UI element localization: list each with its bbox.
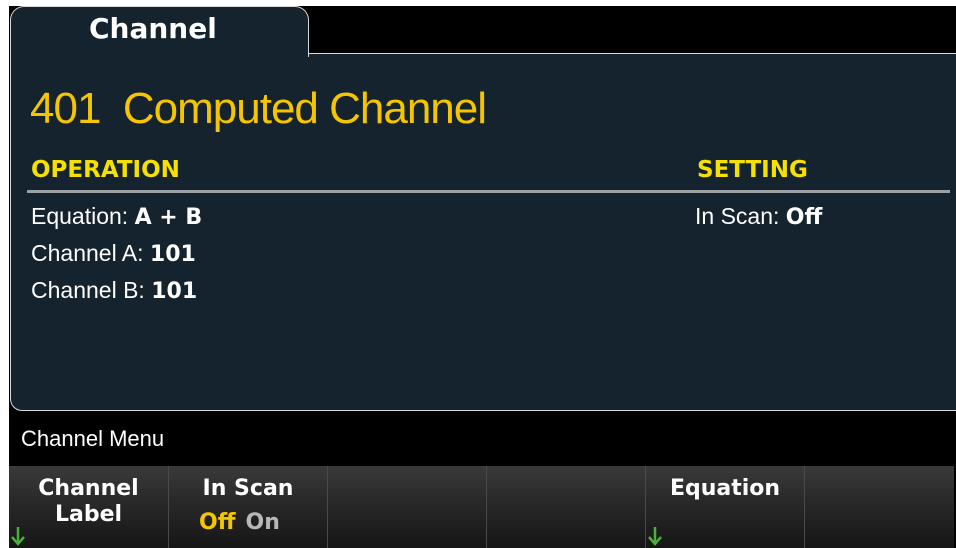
channel-a-label: Channel A:	[31, 240, 144, 266]
operation-heading: OPERATION	[31, 157, 180, 183]
softkey-4-blank[interactable]	[486, 466, 645, 548]
channel-label-softkey-label: Channel Label	[38, 476, 139, 527]
channel-b-value: 101	[151, 279, 198, 304]
section-divider	[27, 190, 950, 193]
softkey-3-blank[interactable]	[327, 466, 486, 548]
in-scan-option-off: Off	[199, 510, 236, 535]
in-scan-setting-value: Off	[785, 205, 823, 230]
softkey-6-blank[interactable]	[804, 466, 954, 548]
down-arrow-icon	[648, 527, 662, 546]
channel-b-label: Channel B:	[31, 277, 145, 303]
down-arrow-icon	[11, 527, 25, 546]
channel-b-row: Channel B: 101	[31, 277, 197, 304]
channel-name: Computed Channel	[122, 84, 487, 133]
menu-title: Channel Menu	[21, 426, 165, 451]
channel-a-row: Channel A: 101	[31, 240, 196, 267]
softkey-bar: Channel Label In Scan Off On Equation	[9, 466, 956, 548]
equation-softkey[interactable]: Equation	[645, 466, 804, 548]
channel-a-value: 101	[149, 242, 196, 267]
channel-title: 401 Computed Channel	[30, 84, 487, 134]
equation-value: A + B	[134, 205, 203, 230]
equation-label: Equation:	[31, 203, 129, 229]
tab-channel[interactable]: Channel	[10, 6, 309, 57]
channel-number: 401	[30, 84, 101, 133]
tab-channel-label: Channel	[89, 12, 217, 45]
in-scan-toggle: Off On	[199, 510, 280, 535]
setting-heading: SETTING	[697, 157, 808, 183]
channel-label-softkey[interactable]: Channel Label	[9, 466, 168, 548]
in-scan-option-on: On	[245, 510, 280, 535]
in-scan-setting-label: In Scan:	[695, 203, 780, 229]
equation-row: Equation: A + B	[31, 203, 202, 230]
in-scan-setting-row: In Scan: Off	[695, 203, 822, 230]
in-scan-softkey-label: In Scan	[202, 476, 294, 501]
equation-softkey-label: Equation	[669, 476, 781, 501]
instrument-screen: Channel 401 Computed Channel OPERATION S…	[9, 6, 956, 548]
in-scan-softkey[interactable]: In Scan Off On	[168, 466, 327, 548]
